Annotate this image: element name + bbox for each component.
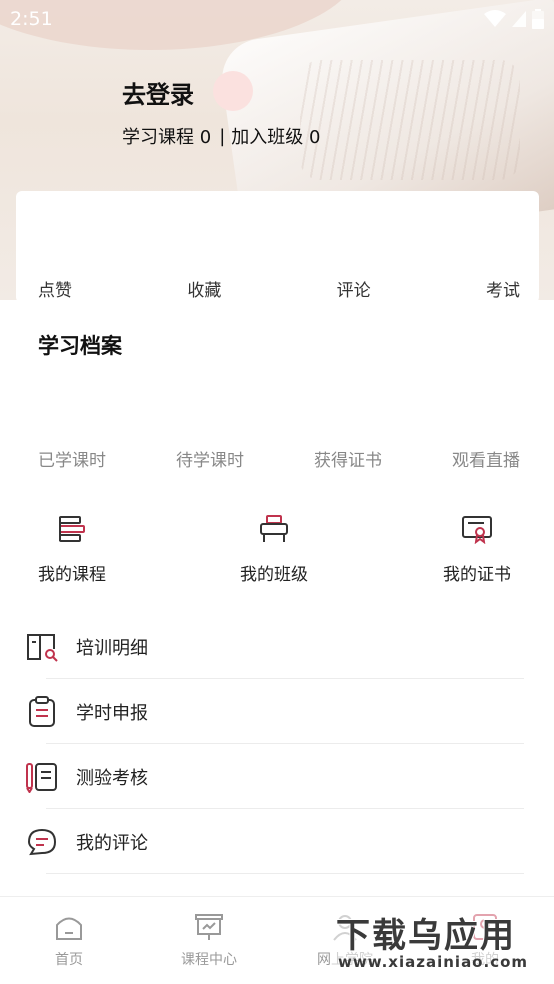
wifi-icon [484,10,506,28]
my-courses-button[interactable]: 我的课程 [38,512,106,585]
pencil-notebook-icon [24,759,60,795]
book-search-icon [24,629,60,665]
menu-item-label: 学时申报 [76,703,148,724]
menu-item-tests[interactable]: 测验考核 [0,744,554,809]
comments-stat[interactable]: 评论 [337,276,371,301]
my-classes-button[interactable]: 我的班级 [240,512,308,585]
record-live[interactable]: 观看直播 [452,446,520,471]
learning-records-row: 已学课时 待学课时 获得证书 观看直播 [38,446,520,471]
separator: | [219,125,226,147]
watermark-text: 下载乌应用 [336,916,516,956]
presentation-board-icon [193,911,225,943]
record-learned-hours[interactable]: 已学课时 [38,446,106,471]
my-certificates-button[interactable]: 我的证书 [443,512,511,585]
classes-count[interactable]: 加入班级 0 [231,123,320,149]
watermark-url: www.xiazainiao.com [338,953,529,971]
learning-records-title: 学习档案 [38,334,122,358]
menu-item-label: 培训明细 [76,638,148,659]
record-certificates[interactable]: 获得证书 [314,446,382,471]
tab-home[interactable]: 首页 [14,911,124,969]
quick-entry-row: 我的课程 我的班级 我的证书 [0,512,554,592]
menu-item-training-details[interactable]: 培训明细 [0,614,554,679]
clipboard-icon [24,694,60,730]
tab-course-center[interactable]: 课程中心 [154,911,264,969]
home-icon [53,911,85,943]
menu-list: 培训明细 学时申报 测验考核 我的评论 [0,614,554,874]
avatar[interactable] [213,71,253,111]
record-pending-hours[interactable]: 待学课时 [176,446,244,471]
login-button[interactable]: 去登录 [122,75,194,110]
favorites-stat[interactable]: 收藏 [187,276,221,301]
chat-bubbles-icon [24,824,60,860]
exams-stat[interactable]: 考试 [486,276,520,301]
menu-item-label: 我的评论 [76,833,148,854]
status-bar: 2:51 [0,0,554,38]
certificate-icon [460,512,494,546]
profile-summary: 学习课程 0 | 加入班级 0 [122,123,320,149]
menu-item-my-comments[interactable]: 我的评论 [0,809,554,874]
battery-icon [532,9,544,29]
signal-icon [512,11,526,27]
courses-count[interactable]: 学习课程 0 [122,123,211,149]
stats-row: 点赞 收藏 评论 考试 [38,276,520,301]
status-time: 2:51 [10,8,53,30]
divider [46,873,524,874]
classroom-desk-icon [257,512,291,546]
likes-stat[interactable]: 点赞 [38,276,72,301]
menu-item-hours-declaration[interactable]: 学时申报 [0,679,554,744]
menu-item-label: 测验考核 [76,768,148,789]
course-stack-icon [55,512,89,546]
